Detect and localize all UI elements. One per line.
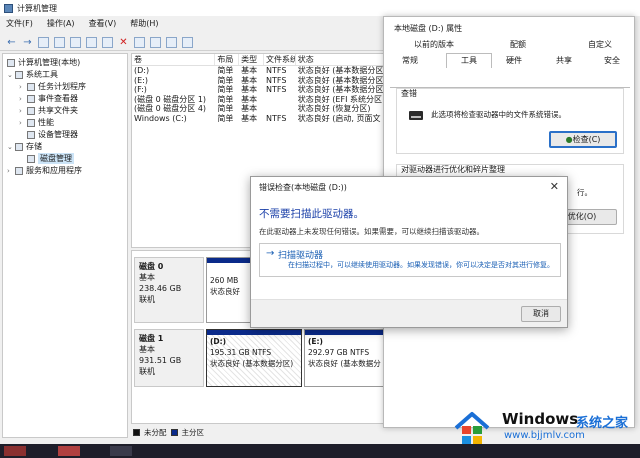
table-row[interactable]: Windows (C:) 简单 基本 NTFS 状态良好 (启动, 页面文 <box>132 114 390 124</box>
open-folder-icon[interactable] <box>150 37 161 48</box>
expand-icon[interactable]: › <box>19 95 27 103</box>
menu-bar: 文件(F) 操作(A) 查看(V) 帮助(H) <box>0 18 173 32</box>
error-dialog-description: 在此驱动器上未发现任何错误。如果需要，可以继续扫描该驱动器。 <box>259 227 484 236</box>
partition-e[interactable]: (E:) 292.97 GB NTFS 状态良好 (基本数据分 <box>304 329 390 387</box>
taskbar-app-icon[interactable] <box>110 446 132 456</box>
show-tree-icon[interactable] <box>54 37 65 48</box>
error-dialog-heading: 不需要扫描此驱动器。 <box>259 208 364 220</box>
volume-list-header: 卷 布局 类型 文件系统 状态 <box>132 54 390 66</box>
tree-item-device-manager[interactable]: 设备管理器 <box>27 129 78 140</box>
tree-item-shared-folders[interactable]: › 共享文件夹 <box>19 105 78 116</box>
error-check-dialog: 错误检查(本地磁盘 (D:)) ✕ 不需要扫描此驱动器。 在此驱动器上未发现任何… <box>250 176 568 328</box>
device-icon <box>27 130 35 139</box>
folder-icon <box>27 106 35 115</box>
house-logo-icon <box>454 412 490 444</box>
back-icon[interactable]: ← <box>6 37 17 48</box>
error-dialog-title: 错误检查(本地磁盘 (D:)) <box>259 182 347 192</box>
scan-drive-option[interactable]: → 扫描驱动器 在扫描过程中，可以继续使用驱动器。如果发现错误，你可以决定是否对… <box>259 243 561 277</box>
search-icon[interactable] <box>166 37 177 48</box>
legend: 未分配 主分区 <box>131 426 391 438</box>
collapse-icon[interactable]: ⌄ <box>7 143 15 151</box>
watermark-brand-cn: 系统之家 <box>576 416 629 431</box>
menu-file[interactable]: 文件(F) <box>6 18 33 32</box>
tree-item-performance[interactable]: › 性能 <box>19 117 54 128</box>
tree-item-event-viewer[interactable]: › 事件查看器 <box>19 93 78 104</box>
tree-item-task-scheduler[interactable]: › 任务计划程序 <box>19 81 86 92</box>
services-icon <box>15 166 23 175</box>
column-filesystem[interactable]: 文件系统 <box>264 54 296 65</box>
tools-icon <box>15 70 23 79</box>
properties-icon[interactable] <box>70 37 81 48</box>
disk-icon <box>27 154 35 163</box>
help-icon[interactable] <box>86 37 97 48</box>
tab-customize[interactable]: 自定义 <box>588 39 612 50</box>
column-status[interactable]: 状态 <box>296 54 390 65</box>
tree-root[interactable]: 计算机管理(本地) <box>7 57 80 68</box>
tree-storage[interactable]: ⌄ 存储 <box>7 141 42 152</box>
collapse-icon[interactable]: ⌄ <box>7 71 15 79</box>
performance-icon <box>27 118 35 127</box>
tab-tools[interactable]: 工具 <box>446 53 492 68</box>
computer-management-icon <box>4 3 13 13</box>
column-volume[interactable]: 卷 <box>132 54 216 65</box>
tree-system-tools[interactable]: ⌄ 系统工具 <box>7 69 58 80</box>
menu-help[interactable]: 帮助(H) <box>130 18 158 32</box>
up-folder-icon[interactable] <box>38 37 49 48</box>
toolbar: ← → ✕ <box>0 35 390 51</box>
drive-icon <box>409 111 423 120</box>
expand-icon[interactable]: › <box>19 83 27 91</box>
title-bar: 计算机管理 <box>0 0 640 16</box>
disk-1-label[interactable]: 磁盘 1 基本 931.51 GB 联机 <box>134 329 204 387</box>
clock-icon <box>27 82 35 91</box>
unallocated-swatch <box>133 428 140 436</box>
check-button[interactable]: ●检查(C) <box>549 131 617 148</box>
table-row[interactable]: (磁盘 0 磁盘分区 4) 简单 基本 状态良好 (恢复分区) <box>132 104 390 114</box>
column-type[interactable]: 类型 <box>239 54 264 65</box>
column-layout[interactable]: 布局 <box>215 54 240 65</box>
table-row[interactable]: (F:) 简单 基本 NTFS 状态良好 (基本数据分区 <box>132 85 390 95</box>
table-row[interactable]: (D:) 简单 基本 NTFS 状态良好 (基本数据分区 <box>132 66 390 76</box>
expand-icon[interactable]: › <box>19 119 27 127</box>
check-icon[interactable] <box>134 37 145 48</box>
storage-icon <box>15 142 23 151</box>
tree-disk-management[interactable]: 磁盘管理 <box>27 153 74 164</box>
expand-icon[interactable]: › <box>7 167 15 175</box>
table-row[interactable]: (磁盘 0 磁盘分区 1) 简单 基本 状态良好 (EFI 系统分区 <box>132 95 390 105</box>
forward-icon[interactable]: → <box>22 37 33 48</box>
cancel-button[interactable]: 取消 <box>521 306 561 322</box>
tab-security[interactable]: 安全 <box>604 55 620 66</box>
tab-hardware[interactable]: 硬件 <box>506 55 522 66</box>
shield-icon: ● <box>565 135 573 144</box>
tab-quota[interactable]: 配额 <box>510 39 526 50</box>
watermark: Windows 系统之家 www.bjjmlv.com <box>448 404 636 448</box>
arrow-right-icon: → <box>266 248 275 259</box>
menu-view[interactable]: 查看(V) <box>89 18 117 32</box>
computer-icon <box>7 58 15 67</box>
partition-d[interactable]: (D:) 195.31 GB NTFS 状态良好 (基本数据分区) <box>206 329 302 387</box>
drive-icon[interactable] <box>182 37 193 48</box>
tab-previous-versions[interactable]: 以前的版本 <box>414 39 454 50</box>
properties-tabs: 以前的版本 配额 自定义 常规 工具 硬件 共享 安全 <box>388 39 630 68</box>
delete-icon[interactable]: ✕ <box>118 37 129 48</box>
table-row[interactable]: (E:) 简单 基本 NTFS 状态良好 (基本数据分区 <box>132 76 390 86</box>
properties-title: 本地磁盘 (D:) 属性 <box>394 23 463 33</box>
tree-services[interactable]: › 服务和应用程序 <box>7 165 82 176</box>
disk-0-label[interactable]: 磁盘 0 基本 238.46 GB 联机 <box>134 257 204 323</box>
event-icon <box>27 94 35 103</box>
watermark-brand: Windows <box>502 410 579 428</box>
taskbar-app-icon[interactable] <box>4 446 26 456</box>
expand-icon[interactable]: › <box>19 107 27 115</box>
navigation-tree: 计算机管理(本地) ⌄ 系统工具 › 任务计划程序 › 事件查看器 › 共享文件… <box>2 53 128 438</box>
tab-general[interactable]: 常规 <box>402 55 418 66</box>
primary-swatch <box>170 428 178 436</box>
watermark-url: www.bjjmlv.com <box>504 430 585 441</box>
check-group: 查错 此选项将检查驱动器中的文件系统错误。 ●检查(C) <box>396 88 624 154</box>
menu-action[interactable]: 操作(A) <box>47 18 75 32</box>
error-dialog-footer: 取消 <box>251 299 567 327</box>
view-icon[interactable] <box>102 37 113 48</box>
close-icon[interactable]: ✕ <box>550 180 559 193</box>
taskbar-app-icon[interactable] <box>58 446 80 456</box>
window-title: 计算机管理 <box>17 3 57 13</box>
tab-sharing[interactable]: 共享 <box>556 55 572 66</box>
